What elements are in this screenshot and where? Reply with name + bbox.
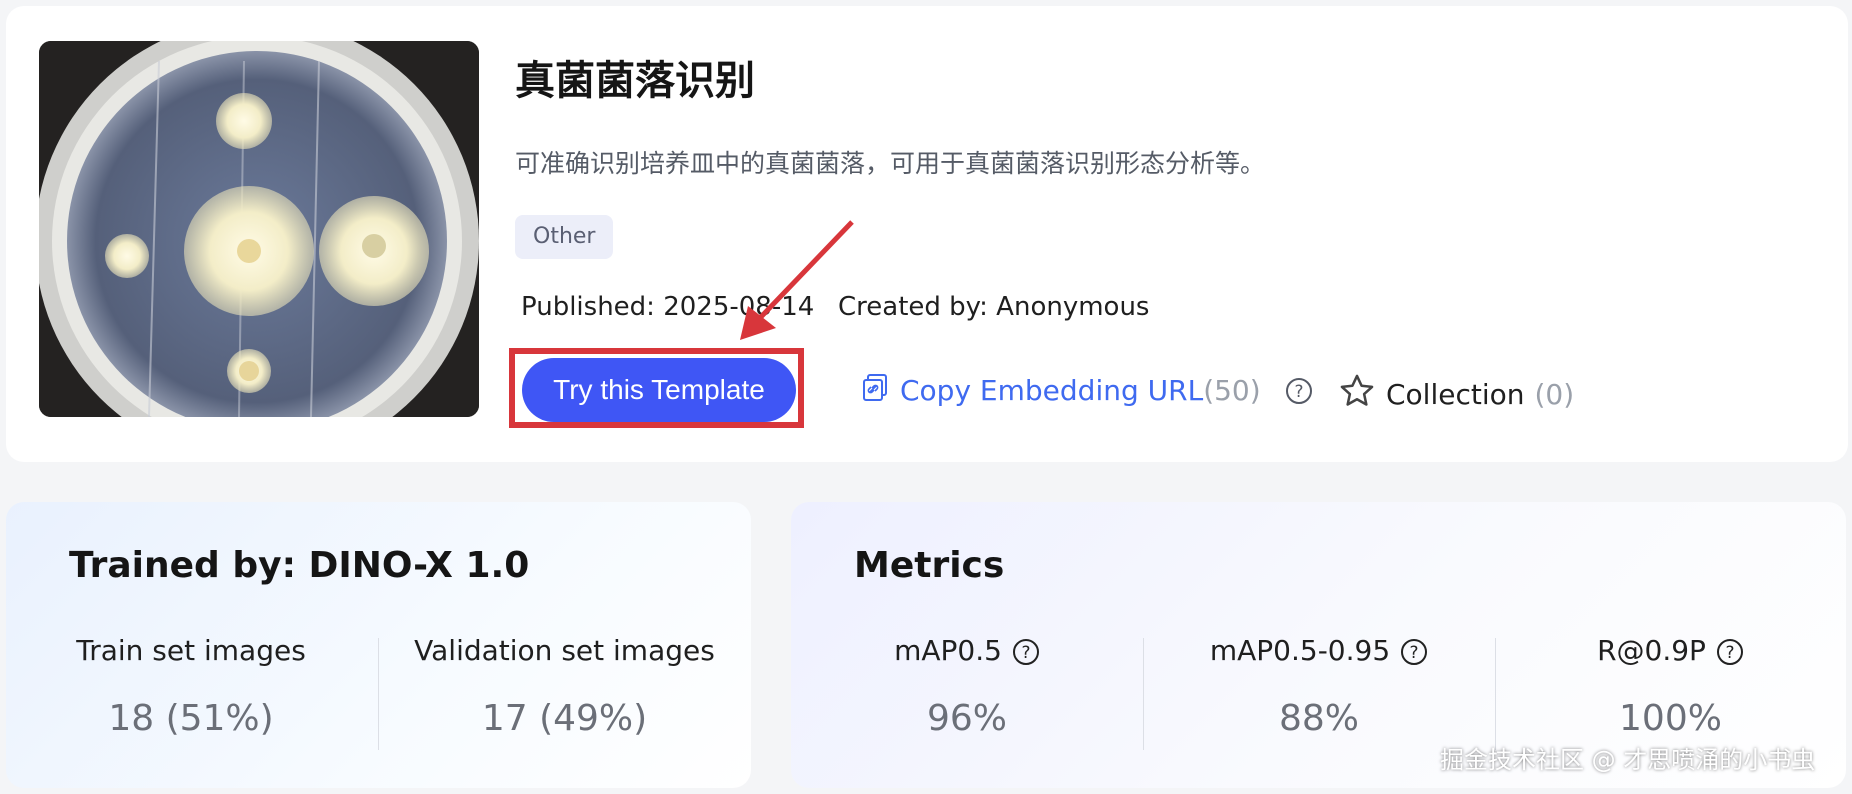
copy-embedding-label: Copy Embedding URL (900, 374, 1204, 407)
train-set-label: Train set images (76, 634, 306, 667)
metric-value: 96% (926, 698, 1007, 739)
watermark: 掘金技术社区 @ 才思喷涌的小书虫 (1440, 746, 1816, 774)
metric-label: mAP0.5-0.95 ? (1143, 634, 1495, 667)
collection-label: Collection (1386, 378, 1525, 411)
help-icon[interactable]: ? (1716, 637, 1744, 665)
created-by: Created by: Anonymous (838, 292, 1150, 322)
svg-text:?: ? (1294, 382, 1303, 402)
star-icon (1338, 372, 1376, 417)
copy-embedding-url-button[interactable]: Copy Embedding URL(50) ? (860, 372, 1313, 409)
published-date: Published: 2025-08-14 (521, 292, 815, 322)
validation-set-label: Validation set images (414, 634, 715, 667)
template-title: 真菌菌落识别 (515, 58, 755, 104)
collection-button[interactable]: Collection (0) (1338, 372, 1574, 417)
metric-value: 88% (1278, 698, 1359, 739)
metric-value: 100% (1619, 698, 1722, 739)
help-icon[interactable]: ? (1285, 377, 1313, 405)
template-description: 可准确识别培养皿中的真菌菌落，可用于真菌菌落识别形态分析等。 (515, 149, 1266, 178)
metric-label: R@0.9P ? (1495, 634, 1846, 667)
help-icon[interactable]: ? (1012, 637, 1040, 665)
copy-count: (50) (1203, 374, 1261, 407)
svg-text:?: ? (1021, 643, 1030, 663)
metric-label: mAP0.5 ? (791, 634, 1143, 667)
help-icon[interactable]: ? (1400, 637, 1428, 665)
svg-text:?: ? (1410, 643, 1419, 663)
training-panel: Trained by: DINO-X 1.0 Train set images … (6, 502, 751, 788)
petri-dish-image (39, 41, 479, 417)
train-set-value: 18 (51%) (108, 698, 274, 739)
try-template-button[interactable]: Try this Template (522, 358, 796, 422)
link-copy-icon (860, 372, 890, 409)
category-tag[interactable]: Other (515, 215, 614, 259)
training-title: Trained by: DINO-X 1.0 (69, 545, 530, 586)
svg-text:?: ? (1725, 643, 1734, 663)
metrics-title: Metrics (854, 545, 1005, 586)
collection-count: (0) (1534, 378, 1575, 411)
validation-set-value: 17 (49%) (481, 698, 648, 739)
